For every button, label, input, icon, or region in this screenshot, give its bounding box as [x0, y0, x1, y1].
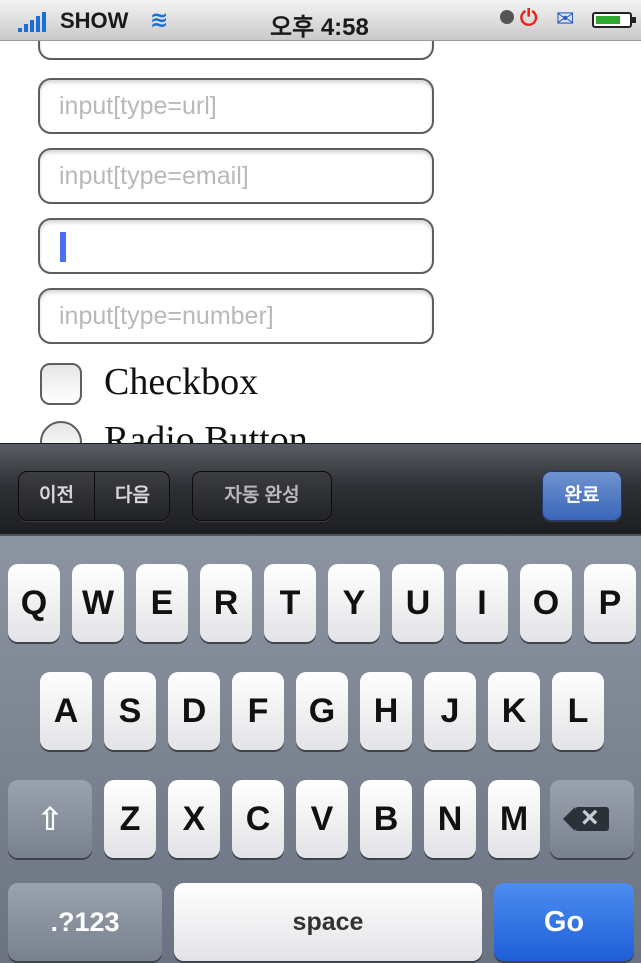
backspace-icon: [563, 800, 609, 836]
backspace-key[interactable]: [550, 780, 634, 858]
go-key[interactable]: Go: [494, 883, 634, 961]
wifi-icon: ≋: [150, 7, 169, 32]
key-t[interactable]: T: [264, 564, 316, 642]
key-x[interactable]: X: [168, 780, 220, 858]
key-s[interactable]: S: [104, 672, 156, 750]
space-key[interactable]: space: [174, 883, 482, 961]
key-f[interactable]: F: [232, 672, 284, 750]
form-assistant-bar: 이전 다음 자동 완성 완료: [0, 443, 641, 535]
next-button[interactable]: 다음: [95, 472, 169, 520]
status-bar: SHOW ≋ 오후 4:58 ⏻ ✉: [0, 0, 641, 41]
key-e[interactable]: E: [136, 564, 188, 642]
signal-strength-icon: [18, 12, 58, 32]
email-field[interactable]: input[type=email]: [38, 148, 434, 204]
key-v[interactable]: V: [296, 780, 348, 858]
key-u[interactable]: U: [392, 564, 444, 642]
number-field[interactable]: input[type=number]: [38, 288, 434, 344]
key-j[interactable]: J: [424, 672, 476, 750]
key-n[interactable]: N: [424, 780, 476, 858]
previous-button[interactable]: 이전: [19, 472, 95, 520]
key-c[interactable]: C: [232, 780, 284, 858]
mail-icon: ✉: [556, 6, 575, 31]
done-button[interactable]: 완료: [542, 471, 622, 521]
key-r[interactable]: R: [200, 564, 252, 642]
prev-next-control: 이전 다음: [18, 471, 170, 521]
checkbox-label: Checkbox: [104, 361, 259, 403]
key-q[interactable]: Q: [8, 564, 60, 642]
key-d[interactable]: D: [168, 672, 220, 750]
shift-arrow-icon: ⇧: [36, 801, 64, 837]
key-g[interactable]: G: [296, 672, 348, 750]
power-icon: ⏻: [520, 5, 538, 30]
autofill-button[interactable]: 자동 완성: [192, 471, 332, 521]
alarm-icon: [500, 10, 514, 24]
battery-icon: [592, 12, 636, 28]
shift-key[interactable]: ⇧: [8, 780, 92, 858]
checkbox[interactable]: [40, 363, 82, 405]
key-h[interactable]: H: [360, 672, 412, 750]
key-k[interactable]: K: [488, 672, 540, 750]
focused-text-field[interactable]: [38, 218, 434, 274]
carrier-name: SHOW: [60, 8, 129, 33]
key-z[interactable]: Z: [104, 780, 156, 858]
key-p[interactable]: P: [584, 564, 636, 642]
keyboard: Q W E R T Y U I O P A S D F G H J K L ⇧ …: [0, 534, 641, 963]
url-field[interactable]: input[type=url]: [38, 78, 434, 134]
key-a[interactable]: A: [40, 672, 92, 750]
key-m[interactable]: M: [488, 780, 540, 858]
text-cursor: [60, 232, 66, 262]
key-w[interactable]: W: [72, 564, 124, 642]
status-time: 오후 4:58: [270, 14, 369, 41]
key-i[interactable]: I: [456, 564, 508, 642]
key-y[interactable]: Y: [328, 564, 380, 642]
key-b[interactable]: B: [360, 780, 412, 858]
key-o[interactable]: O: [520, 564, 572, 642]
key-l[interactable]: L: [552, 672, 604, 750]
numbers-key[interactable]: .?123: [8, 883, 162, 961]
